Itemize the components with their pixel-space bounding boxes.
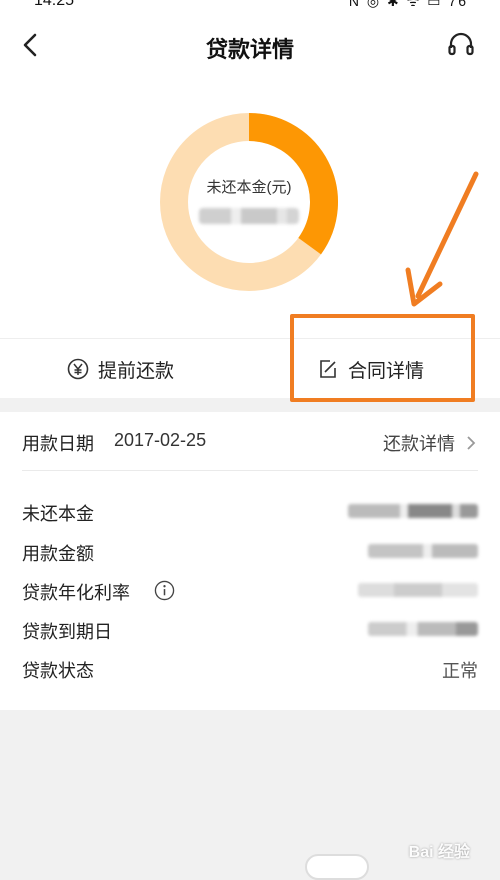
prepay-button[interactable]: 提前还款 (66, 339, 174, 399)
info-icon[interactable] (154, 580, 175, 601)
info-row-loan-amount: 用款金额 (22, 540, 478, 566)
donut-label: 未还本金(元) (206, 179, 292, 196)
unpaid-principal-masked (348, 504, 478, 518)
status-icons: N ◎ ✱ ᯤ ▭ 76 (348, 0, 468, 9)
repayment-details-label: 还款详情 (382, 434, 455, 454)
info-row-loan-status: 贷款状态 正常 (22, 657, 478, 683)
loan-date-label: 用款日期 (22, 434, 94, 454)
info-row-annual-rate: 贷款年化利率 (22, 579, 478, 605)
maturity-date-masked (368, 622, 478, 636)
info-row-unpaid-principal: 未还本金 (22, 500, 478, 526)
nav-bar: 贷款详情 (0, 16, 500, 76)
page-title: 贷款详情 (205, 37, 294, 62)
home-indicator[interactable] (305, 854, 369, 880)
status-bar: 14:25 N ◎ ✱ ᯤ ▭ 76 (0, 0, 500, 14)
loan-amount-masked (368, 544, 478, 558)
annual-rate-masked (358, 583, 478, 597)
info-row-maturity-date: 贷款到期日 (22, 618, 478, 644)
status-time: 14:25 (34, 0, 75, 9)
annual-rate-label: 贷款年化利率 (22, 583, 130, 603)
annotation-arrow-icon (405, 171, 479, 307)
loan-amount-label: 用款金额 (22, 544, 94, 564)
maturity-date-label: 贷款到期日 (22, 622, 112, 642)
unpaid-principal-label: 未还本金 (22, 504, 94, 524)
watermark: Bai 经验 (408, 844, 470, 861)
chevron-right-icon (467, 436, 476, 450)
divider (22, 470, 478, 471)
loan-date-value: 2017-02-25 (114, 430, 207, 450)
headset-icon[interactable] (446, 30, 476, 60)
yen-coin-icon (67, 358, 89, 380)
annotation-highlight-box (290, 314, 475, 402)
loan-status-value: 正常 (442, 661, 478, 681)
loan-status-label: 贷款状态 (22, 661, 94, 681)
loan-info-card: 用款日期 2017-02-25 还款详情 未还本金 用款金额 贷款年化利率 贷款… (0, 412, 500, 710)
principal-donut-chart (160, 113, 338, 291)
loan-date-row: 用款日期 2017-02-25 还款详情 (22, 430, 478, 456)
remaining-amount-masked (199, 208, 299, 224)
repayment-details-link[interactable]: 还款详情 (383, 430, 478, 456)
prepay-label: 提前还款 (98, 360, 175, 382)
